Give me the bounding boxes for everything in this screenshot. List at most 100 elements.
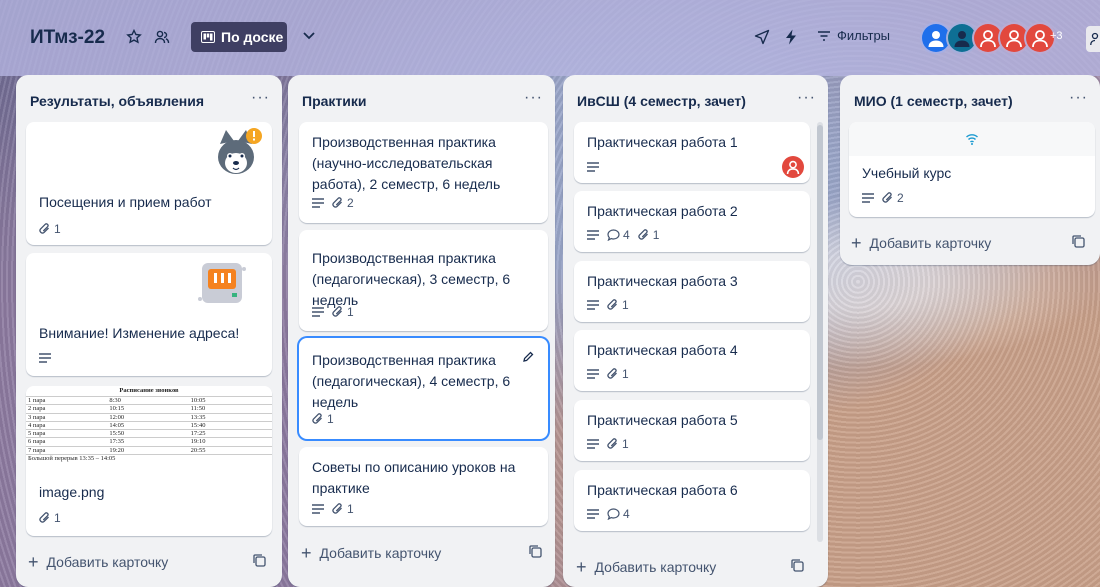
schedule-row: 7 пара 19:20 20:55 [26,445,272,454]
card[interactable]: Учебный курс 2 [849,122,1095,217]
card-title: Советы по описанию уроков на практике [312,459,516,496]
attachment-count: 1 [622,437,629,451]
card-template-icon[interactable] [1072,235,1085,251]
description-icon [312,307,324,317]
schedule-cell: 4 пара [28,421,46,429]
card[interactable]: Практическая работа 3 1 [574,261,810,322]
attachment-count: 1 [622,367,629,381]
card-badges [39,353,51,363]
list-title[interactable]: Практики [302,93,366,109]
card-title: Практическая работа 3 [587,273,738,289]
description-icon [312,504,324,514]
schedule-cell: 2 пара [28,405,46,413]
schedule-cell: 12:00 [109,413,125,421]
list-title[interactable]: МИО (1 семестр, зачет) [854,93,1013,109]
card[interactable]: Практическая работа 1 [574,122,810,183]
attachment-badge: 1 [39,222,61,236]
card-title: Производственная практика (педагогическа… [312,352,511,410]
attachment-count: 1 [327,412,334,426]
attachment-icon [332,503,342,514]
card[interactable]: Практическая работа 6 4 [574,470,810,531]
schedule-cell: 1 пара [28,397,46,404]
card-title: Внимание! Изменение адреса! [39,325,240,341]
attachment-icon [607,299,617,310]
card[interactable]: Внимание! Изменение адреса! [26,253,272,376]
card[interactable]: Производственная практика (научно-исслед… [299,122,548,223]
list-menu-icon[interactable]: ··· [524,89,543,107]
schedule-cell: 14:05 [109,421,125,429]
schedule-cell: 19:10 [190,438,206,446]
card-image[interactable]: Расписание звонков 1 пара 8:30 10:05 2 пара… [26,386,272,536]
attachment-count: 2 [347,196,354,210]
attachment-icon [312,413,322,424]
plus-icon: + [301,542,312,563]
chevron-down-icon[interactable] [300,26,318,49]
card-selected[interactable]: Производственная практика (педагогическа… [299,338,548,439]
add-card-label: Добавить карточку [869,235,992,251]
automation-icon[interactable] [780,26,802,48]
card-title: Производственная практика (научно-исслед… [312,134,501,192]
list-menu-icon[interactable]: ··· [797,89,816,107]
list-menu-icon[interactable]: ··· [251,89,270,107]
star-icon[interactable] [123,26,145,48]
schedule-cell: 8:30 [109,397,121,404]
description-icon [587,369,599,379]
description-icon [39,353,51,363]
description-icon [587,300,599,310]
board-members [920,22,1056,54]
schedule-cell: 3 пара [28,413,46,421]
board-header: ИТмз-22 По доске Фильтры +3 [0,0,1100,76]
comment-icon [607,229,620,241]
card[interactable]: Практическая работа 2 4 1 [574,191,810,252]
more-members-count[interactable]: +3 [1050,30,1063,42]
schedule-image: Расписание звонков 1 пара 8:30 10:05 2 пара… [26,386,272,471]
card-badges: 1 [312,502,354,516]
card[interactable]: Советы по описанию уроков на практике 1 [299,447,548,526]
list-title[interactable]: Результаты, объявления [30,93,204,109]
card[interactable]: Практическая работа 5 1 [574,400,810,461]
attachment-count: 1 [54,222,61,236]
card-badges: 1 [39,511,61,525]
add-card-label: Добавить карточку [594,559,717,575]
filters-button[interactable]: Фильтры [817,28,890,43]
card[interactable]: Практическая работа 4 1 [574,330,810,391]
board-title[interactable]: ИТмз-22 [30,27,105,49]
list-menu-icon[interactable]: ··· [1069,89,1088,107]
add-card-button[interactable]: + Добавить карточку [851,229,1089,257]
attachment-count: 1 [54,511,61,525]
board-icon [201,31,215,43]
member-avatar[interactable] [782,156,804,178]
attachment-icon [607,438,617,449]
alert-machine-sticker-icon [196,259,250,311]
comments-badge: 4 [607,228,630,242]
share-button[interactable] [1086,26,1100,52]
list-title[interactable]: ИвСШ (4 семестр, зачет) [577,93,746,109]
description-icon [587,230,599,240]
card[interactable]: Посещения и прием работ 1 [26,122,272,245]
card[interactable]: Производственная практика (педагогическа… [299,230,548,331]
board-view-button[interactable]: По доске [191,22,287,52]
card-template-icon[interactable] [791,559,804,575]
card-title: Практическая работа 6 [587,482,738,498]
attachment-icon [332,306,342,317]
schedule-cell: 19:20 [109,446,125,454]
attachment-badge: 1 [332,502,354,516]
attachment-icon [332,197,342,208]
card-template-icon[interactable] [253,554,266,570]
add-card-button[interactable]: + Добавить карточку [28,548,270,576]
send-icon[interactable] [751,26,773,48]
schedule-cell: 17:25 [190,430,206,438]
add-card-button[interactable]: + Добавить карточку [576,553,808,581]
attachment-count: 2 [897,191,904,205]
card-title: image.png [39,484,105,500]
members-visibility-icon[interactable] [151,26,173,48]
attachment-badge: 1 [638,228,659,242]
card-title: Практическая работа 2 [587,203,738,219]
card-template-icon[interactable] [529,545,542,561]
card-badges: 4 [587,507,630,521]
list-scrollbar-thumb[interactable] [817,125,823,440]
edit-pencil-icon[interactable] [522,350,534,368]
attachment-badge: 1 [332,305,354,319]
add-card-button[interactable]: + Добавить карточку [301,539,546,567]
schedule-row: 2 пара 10:15 11:50 [26,404,272,412]
